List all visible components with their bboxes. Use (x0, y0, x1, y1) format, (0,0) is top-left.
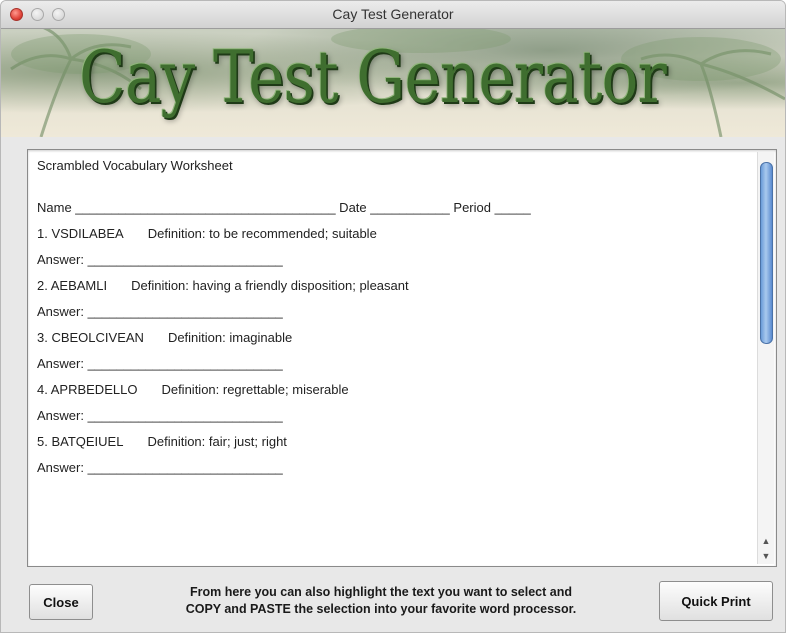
app-window: Cay Test Generator Cay Test Generator Sc… (0, 0, 786, 633)
definition-text: Definition: fair; just; right (147, 434, 287, 449)
list-item: 1. VSDILABEA Definition: to be recommende… (37, 226, 752, 252)
scrambled-word: 4. APRBEDELLO (37, 382, 138, 397)
scroll-up-icon[interactable]: ▲ (758, 534, 774, 548)
close-button[interactable]: Close (29, 584, 93, 620)
scrollbar-thumb[interactable] (760, 162, 773, 344)
worksheet-heading: Scrambled Vocabulary Worksheet (37, 158, 233, 173)
answer-line: Answer: ___________________________ (37, 304, 283, 319)
list-item: 3. CBEOLCIVEAN Definition: imaginable (37, 330, 752, 356)
scrambled-word: 2. AEBAMLI (37, 278, 108, 293)
list-item: 2. AEBAMLI Definition: having a friendly … (37, 278, 752, 304)
definition-text: Definition: having a friendly dispositio… (131, 278, 409, 293)
quick-print-button[interactable]: Quick Print (659, 581, 773, 621)
list-item: 5. BATQEIUEL Definition: fair; just; righ… (37, 434, 752, 460)
definition-text: Definition: to be recommended; suitable (147, 226, 377, 241)
scrambled-word: 3. CBEOLCIVEAN (37, 330, 144, 345)
window-title: Cay Test Generator (332, 6, 454, 22)
worksheet-text-area[interactable]: Scrambled Vocabulary Worksheet Name ____… (27, 149, 777, 567)
scrambled-word: 5. BATQEIUEL (37, 434, 124, 449)
vertical-scrollbar[interactable]: ▲ ▼ (757, 152, 774, 564)
name-date-period-line: Name ___________________________________… (37, 200, 531, 215)
scrambled-word: 1. VSDILABEA (37, 226, 124, 241)
answer-line: Answer: ___________________________ (37, 252, 283, 267)
app-logo: Cay Test Generator (79, 35, 667, 119)
worksheet-content[interactable]: Scrambled Vocabulary Worksheet Name ____… (37, 158, 752, 486)
answer-line: Answer: ___________________________ (37, 460, 283, 475)
hint-line-1: From here you can also highlight the tex… (189, 585, 572, 599)
scroll-down-icon[interactable]: ▼ (758, 549, 774, 563)
answer-line: Answer: ___________________________ (37, 356, 283, 371)
title-bar[interactable]: Cay Test Generator (1, 1, 785, 29)
definition-text: Definition: imaginable (167, 330, 293, 345)
copy-paste-hint: From here you can also highlight the tex… (111, 584, 651, 618)
list-item: 4. APRBEDELLO Definition: regrettable; mi… (37, 382, 752, 408)
header-banner: Cay Test Generator (1, 29, 785, 137)
definition-text: Definition: regrettable; miserable (161, 382, 349, 397)
hint-line-2: COPY and PASTE the selection into your f… (185, 602, 577, 616)
answer-line: Answer: ___________________________ (37, 408, 283, 423)
